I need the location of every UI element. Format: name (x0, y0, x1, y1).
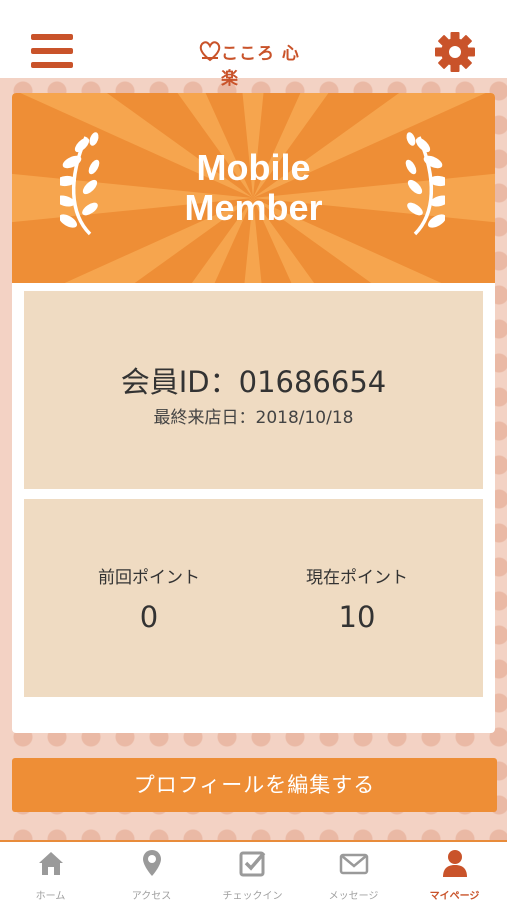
bottom-tab-bar: ホーム アクセス チェックイン メッセージ マイページ (0, 840, 507, 902)
member-id-panel: 会員ID：01686654 最終来店日：2018/10/18 (24, 291, 483, 489)
home-icon (39, 852, 63, 875)
person-icon (443, 850, 467, 877)
tab-access[interactable]: アクセス (101, 842, 202, 902)
member-banner: Mobile Member (12, 93, 495, 283)
logo-text: こころ 心楽 (221, 44, 300, 89)
member-card: Mobile Member 会員ID：01686654 最終来店日：2018/1… (12, 93, 495, 733)
previous-points-value: 0 (139, 600, 159, 634)
last-visit-date: 最終来店日：2018/10/18 (153, 408, 354, 428)
tab-messages[interactable]: メッセージ (303, 842, 404, 902)
settings-button[interactable] (433, 30, 477, 74)
app-header: こころ 心楽 (0, 0, 507, 89)
member-id: 会員ID：01686654 (120, 365, 387, 399)
current-points: 現在ポイント 10 (257, 563, 457, 634)
banner-title-line1: Mobile (196, 147, 311, 188)
banner-title-line2: Member (184, 187, 323, 228)
tab-checkin[interactable]: チェックイン (202, 842, 303, 902)
previous-points-label: 前回ポイント (98, 568, 200, 588)
heart-logo-icon (199, 41, 221, 62)
menu-button[interactable] (31, 34, 73, 69)
previous-points: 前回ポイント 0 (49, 563, 249, 634)
tab-mypage[interactable]: マイページ (404, 842, 505, 902)
edit-profile-button[interactable]: プロフィールを編集する (12, 758, 497, 812)
hamburger-menu-icon (31, 34, 73, 40)
tab-home[interactable]: ホーム (0, 842, 101, 902)
checkin-icon (239, 851, 266, 877)
points-panel: 前回ポイント 0 現在ポイント 10 (24, 499, 483, 697)
current-points-label: 現在ポイント (306, 568, 408, 588)
banner-title: Mobile Member (12, 148, 495, 228)
mail-icon (339, 853, 369, 875)
current-points-value: 10 (338, 600, 376, 634)
gear-icon (435, 32, 475, 72)
app-logo: こころ 心楽 (197, 38, 312, 89)
location-pin-icon (143, 850, 161, 876)
